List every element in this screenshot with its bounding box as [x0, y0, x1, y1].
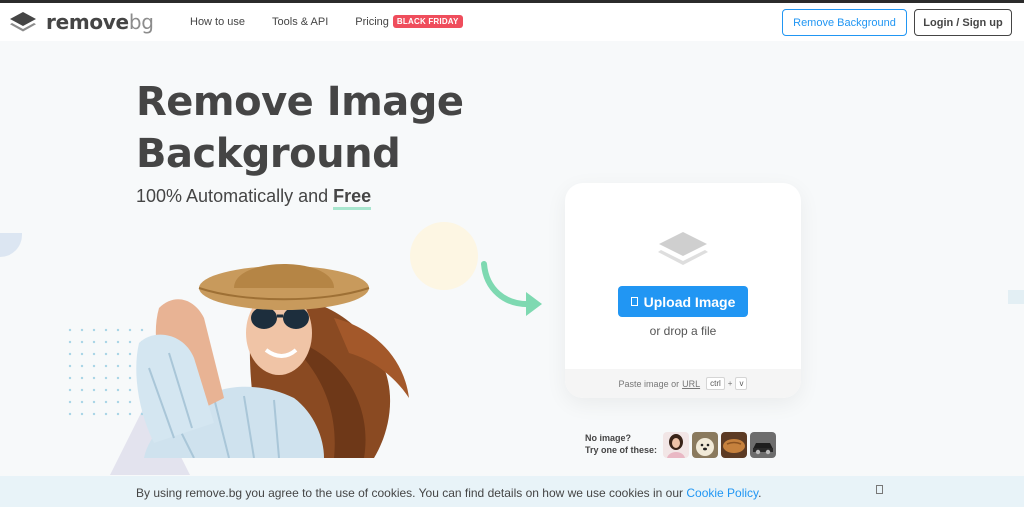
sample-image-woman[interactable] [663, 432, 689, 458]
cookie-close-icon[interactable] [876, 485, 883, 494]
site-header: removebg How to use Tools & API Pricing … [0, 3, 1024, 41]
hero-photo-woman-in-hat [136, 264, 409, 458]
decorative-semicircle [0, 233, 22, 257]
upload-icon [630, 297, 638, 306]
subtitle-text: 100% Automatically and [136, 186, 329, 206]
black-friday-badge[interactable]: BLACK FRIDAY [392, 15, 463, 28]
upload-card[interactable]: Upload Image or drop a file Paste image … [565, 183, 801, 398]
page-subtitle: 100% Automatically and Free [136, 186, 372, 210]
main-nav: How to use Tools & API Pricing BLACK FRI… [190, 15, 490, 28]
cookie-message: By using remove.bg you agree to the use … [136, 486, 684, 500]
paste-url-link[interactable]: URL [682, 379, 700, 389]
paste-hint: Paste image or URL ctrl + v [565, 369, 801, 398]
title-line-1: Remove Image [136, 79, 464, 125]
nav-pricing[interactable]: Pricing [355, 16, 389, 28]
logo[interactable]: removebg [8, 10, 154, 34]
cookie-banner: By using remove.bg you agree to the use … [0, 476, 1024, 507]
cookie-policy-link[interactable]: Cookie Policy [686, 486, 758, 500]
upload-button-label: Upload Image [643, 293, 736, 310]
page-title: Remove Image Background [136, 76, 464, 180]
sample-label-line-2: Try one of these: [585, 445, 658, 455]
title-line-2: Background [136, 131, 401, 177]
subtitle-highlight: Free [333, 186, 372, 210]
drop-file-text: or drop a file [649, 324, 717, 338]
upload-image-button[interactable]: Upload Image [618, 286, 748, 317]
nav-how-to-use[interactable]: How to use [190, 16, 245, 28]
remove-background-button[interactable]: Remove Background [782, 9, 907, 36]
nav-tools-api[interactable]: Tools & API [272, 16, 328, 28]
login-signup-button[interactable]: Login / Sign up [914, 9, 1012, 36]
sample-images-label: No image? Try one of these: [585, 432, 657, 456]
logo-wordmark: removebg [46, 10, 154, 34]
layers-logo-icon [10, 12, 36, 32]
sample-image-list [663, 432, 779, 458]
key-ctrl: ctrl [706, 377, 725, 390]
layers-placeholder-icon [658, 232, 708, 265]
key-plus: + [727, 379, 733, 388]
key-v: v [735, 377, 748, 390]
decorative-dot-grid [64, 324, 144, 424]
paste-text: Paste image or [618, 378, 680, 389]
cookie-period: . [758, 486, 762, 500]
sample-image-car[interactable] [750, 432, 776, 458]
decorative-circle [410, 222, 478, 290]
sample-image-dog[interactable] [692, 432, 718, 458]
sample-image-bread[interactable] [721, 432, 747, 458]
sample-label-line-1: No image? [585, 433, 632, 443]
decorative-square [1008, 290, 1024, 304]
curved-arrow-icon [481, 261, 542, 316]
cookie-text: By using remove.bg you agree to the use … [136, 486, 762, 500]
